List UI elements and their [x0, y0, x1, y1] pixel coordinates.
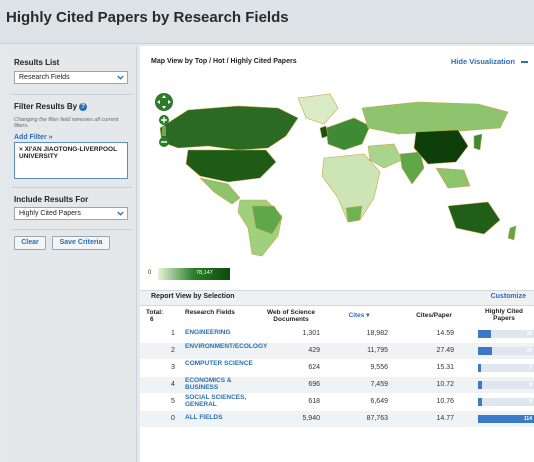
row-hcp-bar: [478, 330, 491, 338]
row-cites: 18,982: [366, 330, 388, 337]
row-cites: 87,763: [366, 415, 388, 422]
results-list-select[interactable]: Research Fields: [14, 71, 128, 84]
row-cites: 6,649: [370, 398, 388, 405]
world-map[interactable]: [148, 88, 528, 260]
chevron-down-icon: [117, 211, 124, 216]
row-field-link[interactable]: ENGINEERING: [185, 329, 260, 337]
legend-gradient: [158, 268, 230, 280]
page-title: Highly Cited Papers by Research Fields: [6, 9, 289, 26]
filter-chip[interactable]: × XI'AN JIAOTONG-LIVERPOOL UNIVERSITY: [19, 146, 119, 160]
collapse-icon: [521, 61, 528, 64]
row-wos: 696: [308, 381, 320, 388]
divider: [12, 187, 132, 188]
row-hcp-value: 29: [526, 348, 532, 354]
table-row[interactable]: 5 SOCIAL SCIENCES, GENERAL 618 6,649 10.76 9: [140, 394, 534, 410]
row-rank: 2: [171, 347, 175, 354]
include-label: Include Results For: [14, 195, 89, 204]
row-rank: 1: [171, 330, 175, 337]
row-hcp-bar-track: [478, 398, 534, 406]
row-hcp-bar: [478, 347, 492, 355]
row-rank: 4: [171, 381, 175, 388]
map-region-south-africa: [345, 205, 363, 223]
include-select[interactable]: Highly Cited Papers: [14, 207, 128, 220]
table-row[interactable]: 1 ENGINEERING 1,301 18,982 14.59 26: [140, 326, 534, 342]
clear-button[interactable]: Clear: [14, 236, 46, 250]
row-wos: 429: [308, 347, 320, 354]
map-title: Map View by Top / Hot / Highly Cited Pap…: [151, 58, 297, 65]
save-criteria-button[interactable]: Save Criteria: [52, 236, 110, 250]
filter-hint: Changing the filter field removes all cu…: [14, 117, 119, 129]
table-row[interactable]: 0 ALL FIELDS 5,940 87,763 14.77 114: [140, 411, 534, 427]
filter-box[interactable]: × XI'AN JIAOTONG-LIVERPOOL UNIVERSITY: [14, 142, 128, 179]
row-cites-per-paper: 14.77: [436, 415, 454, 422]
hide-visualization-label: Hide Visualization: [450, 57, 515, 66]
include-value: Highly Cited Papers: [19, 210, 81, 217]
row-wos: 1,301: [302, 330, 320, 337]
table-row[interactable]: 4 ECONOMICS & BUSINESS 696 7,459 10.72 9: [140, 377, 534, 393]
row-cites-per-paper: 15.31: [436, 364, 454, 371]
report-title: Report View by Selection: [151, 293, 235, 300]
row-rank: 3: [171, 364, 175, 371]
map-zoom-controls[interactable]: [154, 92, 174, 156]
filter-label: Filter Results By?: [14, 102, 88, 111]
chevron-down-icon: [117, 75, 124, 80]
row-rank: 0: [171, 415, 175, 422]
row-field-link[interactable]: ENVIRONMENT/ECOLOGY: [185, 343, 267, 351]
results-list-value: Research Fields: [19, 74, 70, 81]
divider: [12, 94, 132, 95]
customize-link[interactable]: Customize: [491, 293, 526, 300]
sidebar: Results List Research Fields Filter Resu…: [6, 46, 137, 462]
cites-per-paper-header[interactable]: Cites/Paper: [406, 312, 462, 319]
legend-min: 0: [148, 270, 152, 276]
hcp-header[interactable]: Highly Cited Papers: [476, 308, 532, 322]
row-hcp-bar-track: [478, 364, 534, 372]
row-cites: 7,459: [370, 381, 388, 388]
row-cites-per-paper: 10.72: [436, 381, 454, 388]
table-row[interactable]: 2 ENVIRONMENT/ECOLOGY 429 11,795 27.49 29: [140, 343, 534, 359]
row-field-link[interactable]: ALL FIELDS: [185, 414, 260, 422]
row-cites-per-paper: 27.49: [436, 347, 454, 354]
row-cites-per-paper: 14.59: [436, 330, 454, 337]
divider: [12, 229, 132, 230]
row-cites: 11,795: [367, 347, 388, 354]
row-field-link[interactable]: SOCIAL SCIENCES, GENERAL: [185, 394, 260, 408]
row-hcp-bar-track: [478, 381, 534, 389]
row-wos: 618: [308, 398, 320, 405]
row-field-link[interactable]: ECONOMICS & BUSINESS: [185, 377, 260, 391]
total-header: Total: 6: [146, 309, 176, 323]
field-header[interactable]: Research Fields: [185, 309, 255, 316]
row-hcp-bar: [478, 398, 482, 406]
row-rank: 5: [171, 398, 175, 405]
row-cites: 9,556: [370, 364, 388, 371]
legend-max: 78,147: [196, 270, 213, 276]
row-hcp-value: 26: [526, 331, 532, 337]
map-region-russia: [361, 101, 509, 135]
row-wos: 624: [308, 364, 320, 371]
row-hcp-value: 114: [523, 416, 532, 422]
row-hcp-bar: [478, 381, 482, 389]
zoom-slider: [162, 126, 166, 136]
wos-header[interactable]: Web of Science Documents: [258, 309, 324, 323]
row-wos: 5,940: [302, 415, 320, 422]
main-panel: Map View by Top / Hot / Highly Cited Pap…: [140, 46, 534, 462]
total-count: 6: [150, 316, 154, 323]
row-hcp-value: 7: [529, 365, 532, 371]
add-filter-link[interactable]: Add Filter »: [14, 134, 53, 141]
total-label: Total:: [146, 309, 164, 316]
hide-visualization-link[interactable]: Hide Visualization: [451, 57, 528, 66]
filter-label-text: Filter Results By: [14, 102, 78, 111]
header: Highly Cited Papers by Research Fields: [0, 0, 534, 44]
table-row[interactable]: 3 COMPUTER SCIENCE 624 9,556 15.31 7: [140, 360, 534, 376]
row-hcp-bar: [478, 364, 481, 372]
row-hcp-value: 9: [529, 399, 532, 405]
row-hcp-value: 9: [529, 382, 532, 388]
cites-header[interactable]: Cites ▾: [334, 312, 384, 319]
results-list-label: Results List: [14, 58, 60, 67]
row-field-link[interactable]: COMPUTER SCIENCE: [185, 360, 260, 368]
help-icon[interactable]: ?: [79, 102, 88, 111]
row-cites-per-paper: 10.76: [436, 398, 454, 405]
